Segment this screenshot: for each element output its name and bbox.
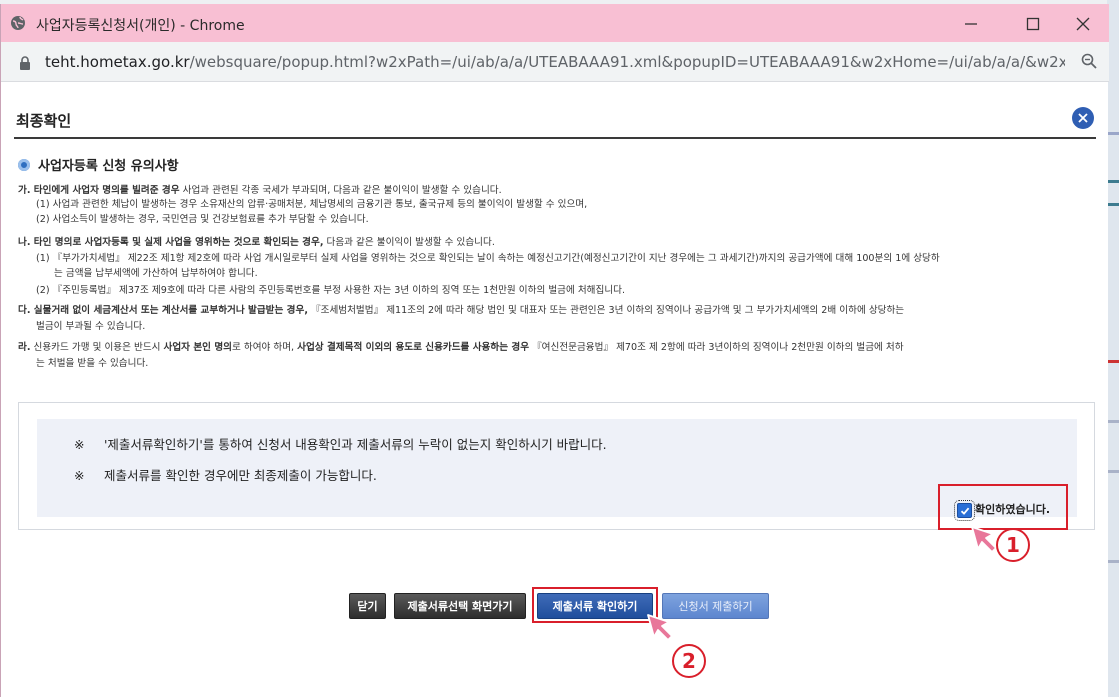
- notice-da-text: 『조세범처벌법』 제11조의 2에 따라 해당 법인 및 대표자 또는 관련인은…: [307, 305, 905, 316]
- notice-na-text: 다음과 같은 불이익이 발생할 수 있습니다.: [323, 237, 495, 248]
- dialog-close-icon[interactable]: [1072, 107, 1094, 129]
- notice-na: 나. 타인 명의로 사업자등록 및 실제 사업을 영위하는 것으로 확인되는 경…: [18, 236, 495, 250]
- lock-icon: [19, 55, 31, 74]
- notice-ra-lead: 라.: [18, 342, 31, 353]
- background-strip: [1107, 180, 1119, 183]
- notice-da-lead: 다. 실물거래 없이 세금계산서 또는 계산서를 교부하거나 발급받는 경우,: [18, 305, 308, 316]
- section-heading: 사업자등록 신청 유의사항: [18, 155, 179, 174]
- notice-ra-text: 신용카드 가맹 및 이용은 반드시: [30, 342, 164, 353]
- bullet-icon: [18, 158, 30, 171]
- callout-badge-2: 2: [672, 644, 706, 678]
- confirm-line-2: ※ 제출서류를 확인한 경우에만 최종제출이 가능합니다.: [74, 465, 377, 484]
- url-path: /websquare/popup.html?w2xPath=/ui/ab/a/a…: [189, 53, 1065, 71]
- background-strip: [1107, 470, 1119, 473]
- dialog-title: 최종확인: [16, 112, 72, 130]
- notice-ga-lead: 가. 타인에게 사업자 명의를 빌려준 경우: [18, 185, 180, 196]
- notice-da: 다. 실물거래 없이 세금계산서 또는 계산서를 교부하거나 발급받는 경우, …: [18, 304, 904, 318]
- globe-icon: [10, 15, 26, 31]
- notice-ra: 라. 신용카드 가맹 및 이용은 반드시 사업자 본인 명의로 하여야 하며, …: [18, 341, 904, 355]
- check-docs-button[interactable]: 제출서류 확인하기: [537, 593, 653, 619]
- background-strip: [1107, 360, 1119, 363]
- background-page: [1107, 0, 1119, 697]
- pointer-cursor-icon: [647, 614, 673, 641]
- notice-ra-text: 『여신전문금융법』 제70조 제 2항에 따라 3년이하의 징역이나 2천만원 …: [529, 342, 904, 353]
- confirm-line-2-text: 제출서류를 확인한 경우에만 최종제출이 가능합니다.: [104, 468, 377, 483]
- confirm-line-1-text: '제출서류확인하기'를 통하여 신청서 내용확인과 제출서류의 누락이 없는지 …: [104, 437, 607, 452]
- submit-application-button[interactable]: 신청서 제출하기: [662, 593, 769, 619]
- section-title: 사업자등록 신청 유의사항: [38, 159, 179, 174]
- background-strip: [1107, 560, 1119, 563]
- notice-ga-2: (2) 사업소득이 발생하는 경우, 국민연금 및 건강보험료를 추가 부담할 …: [36, 214, 369, 225]
- url-host: teht.hometax.go.kr: [45, 53, 190, 71]
- note-mark: ※: [74, 437, 85, 452]
- window-title: 사업자등록신청서(개인) - Chrome: [36, 18, 245, 34]
- window-titlebar[interactable]: 사업자등록신청서(개인) - Chrome: [1, 4, 1109, 42]
- window-close-button[interactable]: [1063, 10, 1103, 38]
- close-button[interactable]: 닫기: [349, 593, 386, 619]
- background-strip: [1107, 203, 1119, 206]
- maximize-button[interactable]: [1013, 10, 1053, 38]
- confirm-line-1: ※ '제출서류확인하기'를 통하여 신청서 내용확인과 제출서류의 누락이 없는지…: [74, 434, 607, 453]
- background-strip: [1107, 132, 1119, 135]
- notice-ra-text: 로 하여야 하며,: [232, 342, 298, 353]
- notice-ga: 가. 타인에게 사업자 명의를 빌려준 경우 사업과 관련된 각종 국세가 부과…: [18, 184, 502, 198]
- confirm-checkbox[interactable]: [954, 500, 975, 521]
- notice-na-lead: 나. 타인 명의로 사업자등록 및 실제 사업을 영위하는 것으로 확인되는 경…: [18, 237, 324, 248]
- notice-ra-bold: 사업상 결제목적 이외의 용도로 신용카드를 사용하는 경우: [297, 342, 530, 353]
- notice-ra-2: 는 처벌을 받을 수 있습니다.: [36, 358, 149, 369]
- address-bar[interactable]: teht.hometax.go.kr/websquare/popup.html?…: [1, 42, 1109, 82]
- minimize-button[interactable]: [951, 10, 991, 38]
- notice-na-1-cont: 는 금액을 납부세액에 가산하여 납부하여야 합니다.: [54, 268, 258, 279]
- title-divider: [14, 137, 1096, 139]
- background-strip: [1107, 420, 1119, 423]
- notice-na-2: (2) 『주민등록법』 제37조 제9호에 따라 다른 사람의 주민등록번호를 …: [36, 285, 626, 296]
- note-mark: ※: [74, 468, 85, 483]
- zoom-icon[interactable]: [1081, 53, 1097, 73]
- notice-ra-bold: 사업자 본인 명의: [163, 342, 232, 353]
- notice-ga-1: (1) 사업과 관련한 체납이 발생하는 경우 소유재산의 압류·공매처분, 체…: [36, 199, 588, 210]
- notice-ga-text: 사업과 관련된 각종 국세가 부과되며, 다음과 같은 불이익이 발생할 수 있…: [179, 185, 502, 196]
- notice-da-2: 벌금이 부과될 수 있습니다.: [36, 321, 146, 332]
- confirm-checkbox-label[interactable]: 확인하였습니다.: [975, 501, 1050, 517]
- callout-badge-1: 1: [996, 528, 1030, 562]
- notice-na-1: (1) 『부가가치세법』 제22조 제1항 제2호에 따라 사업 개시일로부터 …: [36, 253, 940, 264]
- go-select-docs-button[interactable]: 제출서류선택 화면가기: [394, 593, 526, 619]
- url-text[interactable]: teht.hometax.go.kr/websquare/popup.html?…: [45, 53, 1065, 71]
